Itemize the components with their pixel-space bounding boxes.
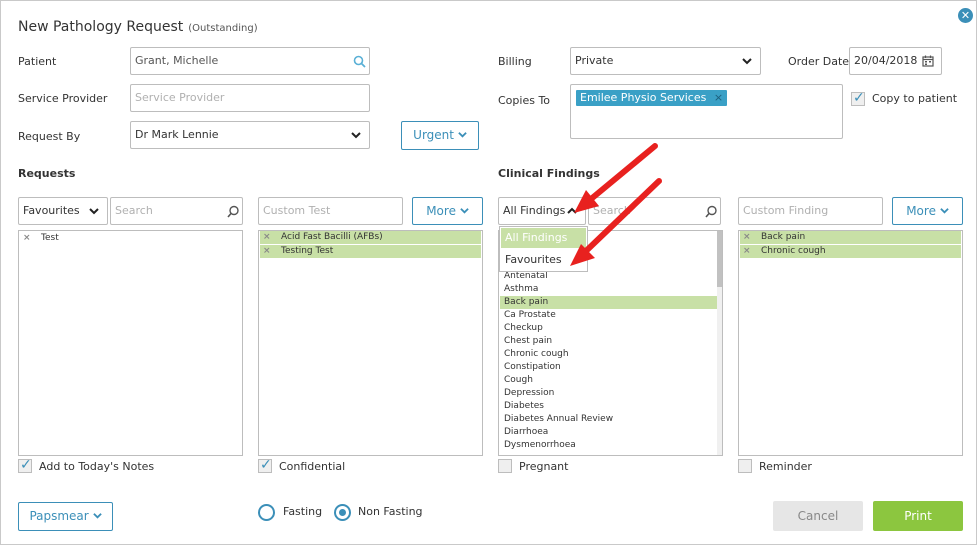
annotation-arrow [570, 178, 662, 266]
annotation-arrows [570, 143, 662, 266]
pathology-request-dialog: New Pathology Request (Outstanding) ✕ Pat… [0, 0, 977, 545]
annotation-arrow [574, 143, 658, 213]
